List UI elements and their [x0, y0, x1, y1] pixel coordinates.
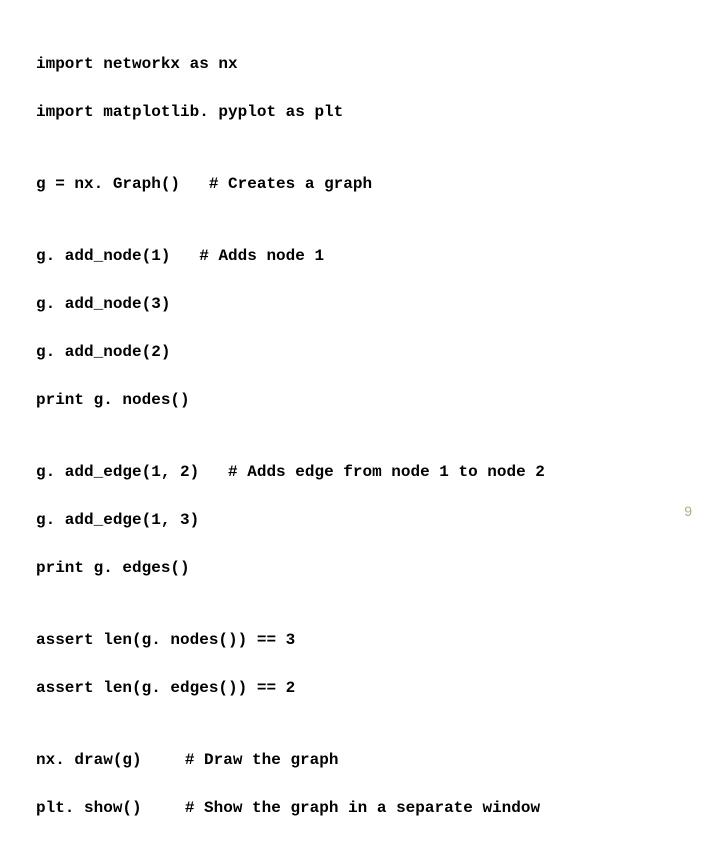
code-line: import matplotlib. pyplot as plt: [36, 100, 684, 124]
code-line: g. add_node(2): [36, 340, 684, 364]
code-line: g. add_edge(1, 2) # Adds edge from node …: [36, 460, 684, 484]
code-comment: # Draw the graph: [185, 751, 339, 769]
code-comment: # Show the graph in a separate window: [185, 799, 540, 817]
code-line: nx. draw(g) # Draw the graph: [36, 748, 684, 772]
code-comment: # Adds edge from node 1 to node 2: [228, 463, 545, 481]
code-line: print g. edges(): [36, 556, 684, 580]
code-text: g. add_node(1): [36, 244, 170, 268]
code-line: import networkx as nx: [36, 52, 684, 76]
code-block: import networkx as nx import matplotlib.…: [36, 28, 684, 844]
page-number: 9: [684, 501, 692, 522]
code-text: nx. draw(g): [36, 748, 156, 772]
code-line: g. add_node(1) # Adds node 1: [36, 244, 684, 268]
code-line: assert len(g. nodes()) == 3: [36, 628, 684, 652]
code-text: plt. show(): [36, 796, 156, 820]
code-line: assert len(g. edges()) == 2: [36, 676, 684, 700]
code-line: plt. show() # Show the graph in a separa…: [36, 796, 684, 820]
code-line: g. add_node(3): [36, 292, 684, 316]
code-comment: # Creates a graph: [209, 175, 372, 193]
code-line: g = nx. Graph() # Creates a graph: [36, 172, 684, 196]
code-line: g. add_edge(1, 3): [36, 508, 684, 532]
code-line: print g. nodes(): [36, 388, 684, 412]
code-text: g = nx. Graph(): [36, 172, 180, 196]
code-comment: # Adds node 1: [199, 247, 324, 265]
code-text: g. add_edge(1, 2): [36, 460, 199, 484]
